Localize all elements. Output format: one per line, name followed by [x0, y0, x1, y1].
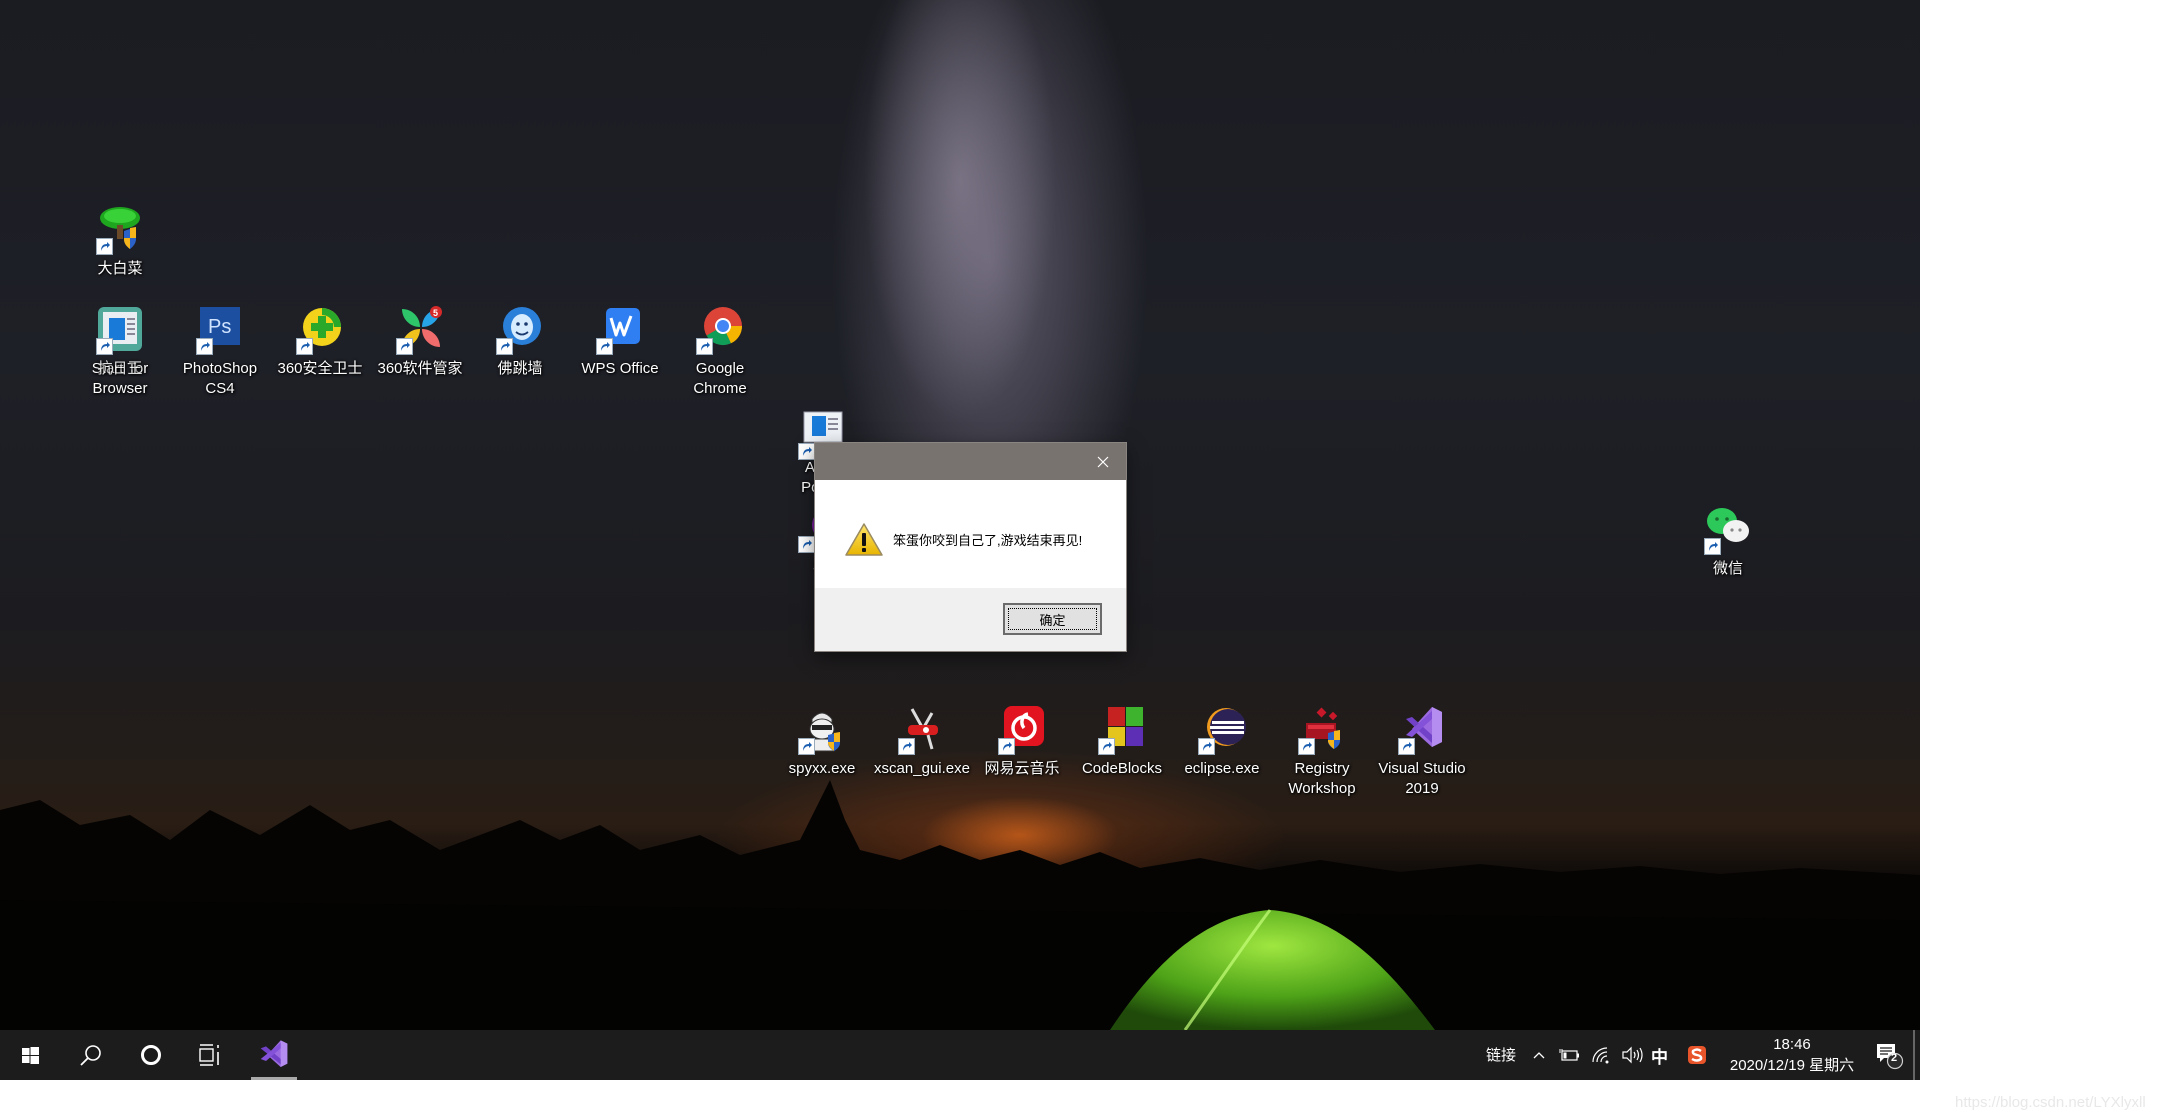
desktop-icon-label: 网易云音乐	[984, 760, 1060, 777]
shortcut-arrow-icon	[296, 338, 313, 355]
desktop-icon-360-safe[interactable]: 360安全卫士	[272, 305, 368, 379]
shortcut-arrow-icon	[196, 338, 213, 355]
desktop-icon-label: 微信	[1712, 560, 1743, 577]
wallpaper-green-tent	[1110, 909, 1435, 1030]
windows-logo-icon	[21, 1046, 39, 1064]
desktop-icon-xscan[interactable]: xscan_gui.exe	[874, 705, 970, 779]
show-desktop-button[interactable]	[1913, 1030, 1915, 1080]
desktop-icon-chrome[interactable]: Google Chrome	[672, 305, 768, 399]
volume-button[interactable]	[1620, 1045, 1644, 1065]
cortana-button[interactable]	[127, 1030, 175, 1080]
shortcut-arrow-icon	[496, 338, 513, 355]
shortcut-arrow-icon	[1298, 738, 1315, 755]
shortcut-arrow-icon	[96, 338, 113, 355]
clock-time: 18:46	[1773, 1036, 1811, 1053]
desktop-icon-tor-browser[interactable]: Start Tor Browser 抗日王	[72, 305, 168, 399]
desktop-icon-label: 360安全卫士	[277, 360, 363, 377]
task-view-button[interactable]	[187, 1030, 235, 1080]
desktop-icon-label: WPS Office	[581, 360, 659, 377]
active-app-indicator	[251, 1077, 297, 1080]
desktop-icon-dabaicai[interactable]: 大白菜	[72, 205, 168, 279]
desktop-icon-label: spyxx.exe	[788, 760, 856, 777]
desktop-icon-codeblocks[interactable]: CodeBlocks	[1074, 705, 1170, 779]
shortcut-arrow-icon	[396, 338, 413, 355]
shortcut-arrow-icon	[1398, 738, 1415, 755]
desktop-icon-360-software[interactable]: 5 360软件管家	[372, 305, 468, 379]
dialog-message: 笨蛋你咬到自己了,游戏结束再见!	[893, 533, 1083, 548]
network-button[interactable]	[1590, 1045, 1612, 1065]
desktop[interactable]: 大白菜 Start Tor Browser 抗日王 Ps PhotoShop C…	[0, 0, 1920, 1030]
shortcut-arrow-icon	[1704, 538, 1721, 555]
ok-button[interactable]: 确定	[1003, 603, 1102, 635]
dialog-body: 笨蛋你咬到自己了,游戏结束再见!	[815, 480, 1126, 588]
shortcut-arrow-icon	[898, 738, 915, 755]
desktop-icon-label: Visual Studio 2019	[1378, 760, 1466, 797]
ime-indicator[interactable]: 中	[1651, 1043, 1668, 1068]
desktop-icon-label: xscan_gui.exe	[874, 760, 970, 777]
desktop-icon-label: 360软件管家	[377, 360, 463, 377]
taskbar-clock[interactable]: 18:46 2020/12/19 星期六	[1718, 1030, 1866, 1080]
taskbar: 链接 中 18:46 2020/12/19 星期六 2	[0, 1030, 1920, 1080]
visual-studio-icon	[260, 1040, 288, 1067]
close-icon	[1097, 456, 1109, 467]
battery-icon	[1559, 1049, 1579, 1061]
desktop-icon-wps[interactable]: WPS Office	[572, 305, 668, 379]
wallpaper-mountain-silhouette	[0, 780, 1920, 1030]
svg-text:Ps: Ps	[208, 316, 231, 338]
desktop-icon-label: CodeBlocks	[1081, 760, 1163, 777]
task-view-icon	[199, 1044, 219, 1066]
desktop-icon-photoshop[interactable]: Ps PhotoShop CS4	[172, 305, 268, 399]
dialog-title-bar[interactable]	[815, 443, 1126, 480]
desktop-icon-wechat[interactable]: 微信	[1680, 505, 1776, 579]
shortcut-arrow-icon	[998, 738, 1015, 755]
speaker-icon	[1622, 1046, 1643, 1064]
clock-date: 2020/12/19 星期六	[1729, 1057, 1855, 1074]
shortcut-arrow-icon	[1098, 738, 1115, 755]
desktop-icon-fotiaoqiang[interactable]: 佛跳墙	[472, 305, 568, 379]
dialog-close-button[interactable]	[1080, 443, 1126, 480]
desktop-icon-visual-studio[interactable]: Visual Studio 2019	[1374, 705, 1470, 799]
shortcut-arrow-icon	[596, 338, 613, 355]
shortcut-arrow-icon	[798, 443, 815, 460]
message-box-dialog: 笨蛋你咬到自己了,游戏结束再见! 确定	[815, 443, 1126, 651]
desktop-icon-label: Registry Workshop	[1288, 760, 1356, 797]
desktop-icon-label: eclipse.exe	[1184, 760, 1260, 777]
notification-icon	[1877, 1044, 1904, 1070]
cortana-circle-icon	[141, 1045, 161, 1065]
dialog-footer: 确定	[815, 588, 1126, 651]
search-icon	[80, 1045, 101, 1066]
taskbar-app-visual-studio[interactable]	[249, 1030, 299, 1080]
links-toolbar[interactable]: 链接	[1486, 1044, 1516, 1065]
chevron-up-icon	[1533, 1052, 1545, 1059]
action-center-button[interactable]: 2	[1874, 1042, 1904, 1070]
notification-count-badge: 2	[1891, 1052, 1898, 1064]
shortcut-arrow-icon	[798, 536, 815, 553]
battery-button[interactable]	[1558, 1045, 1580, 1065]
desktop-icon-eclipse[interactable]: eclipse.exe	[1174, 705, 1270, 779]
start-button[interactable]	[6, 1030, 54, 1080]
wifi-icon	[1592, 1047, 1609, 1064]
notification-badge: 5	[433, 308, 438, 318]
desktop-icon-registry-workshop[interactable]: Registry Workshop	[1274, 705, 1370, 799]
show-hidden-icons-button[interactable]	[1530, 1045, 1548, 1065]
desktop-icon-netease-music[interactable]: 网易云音乐	[974, 705, 1070, 779]
desktop-icon-label: Google Chrome	[693, 360, 747, 397]
shortcut-arrow-icon	[798, 738, 815, 755]
watermark-text: https://blog.csdn.net/LYXlyxll	[1955, 1094, 2146, 1111]
desktop-icon-overlay-label: 抗日王	[97, 360, 143, 377]
desktop-icon-spyxx[interactable]: spyxx.exe	[774, 705, 870, 779]
shortcut-arrow-icon	[696, 338, 713, 355]
shortcut-arrow-icon	[1198, 738, 1215, 755]
desktop-icon-label: 佛跳墙	[497, 360, 543, 377]
sogou-ime-button[interactable]	[1686, 1045, 1708, 1065]
search-button[interactable]	[67, 1030, 115, 1080]
desktop-icon-label: PhotoShop CS4	[182, 360, 258, 397]
desktop-icon-label: 大白菜	[97, 260, 143, 277]
shortcut-arrow-icon	[96, 238, 113, 255]
sogou-s-icon	[1688, 1046, 1706, 1064]
warning-icon	[845, 523, 883, 556]
